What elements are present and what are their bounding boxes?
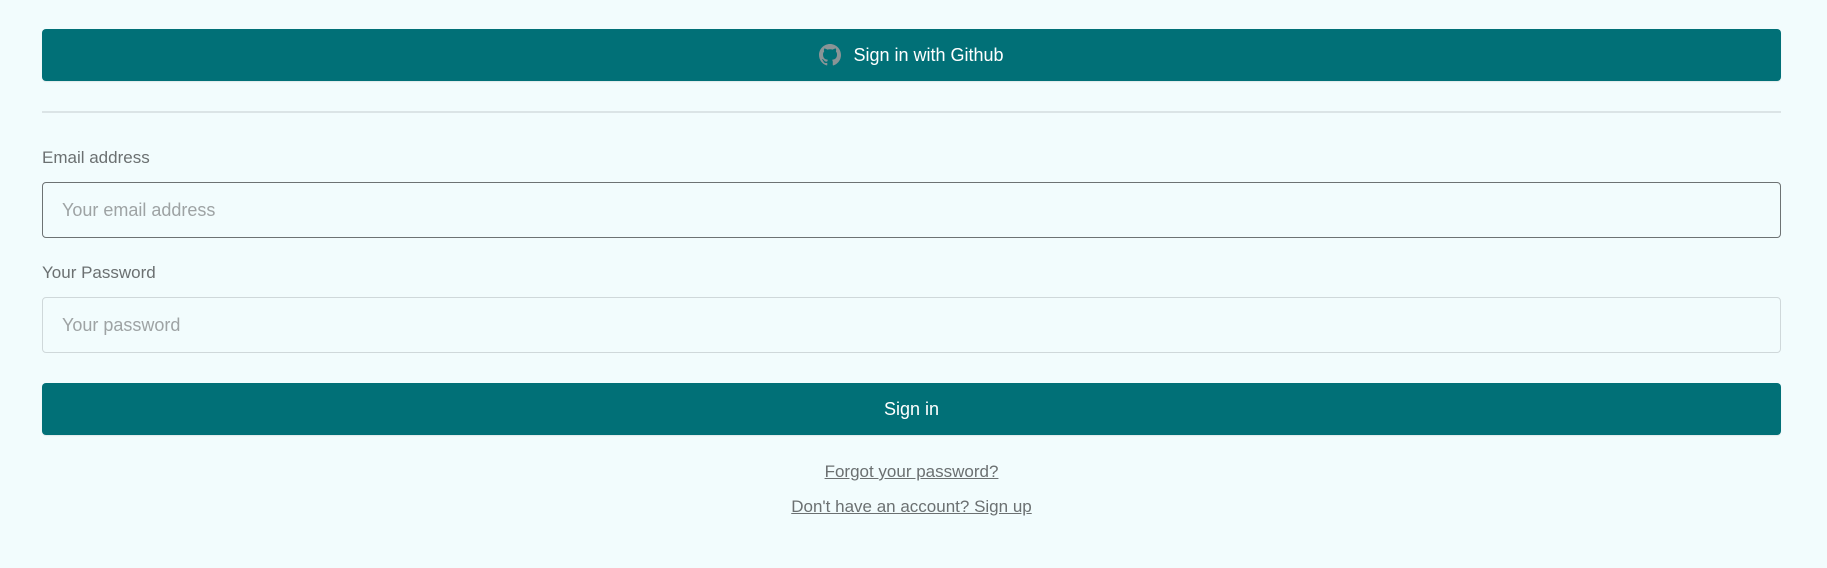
github-signin-button[interactable]: Sign in with Github [42, 29, 1781, 81]
divider [42, 111, 1781, 113]
auth-links: Forgot your password? Don't have an acco… [42, 461, 1781, 518]
github-signin-label: Sign in with Github [853, 44, 1004, 65]
signin-button[interactable]: Sign in [42, 383, 1781, 435]
password-field[interactable] [42, 297, 1781, 353]
forgot-password-link[interactable]: Forgot your password? [825, 461, 999, 483]
password-label: Your Password [42, 263, 156, 282]
github-icon [819, 44, 842, 66]
auth-form: Sign in with Github Email address Your P… [42, 29, 1781, 518]
email-label: Email address [42, 148, 150, 167]
signup-link[interactable]: Don't have an account? Sign up [791, 496, 1031, 518]
signin-label: Sign in [883, 398, 940, 419]
email-field[interactable] [42, 182, 1781, 238]
